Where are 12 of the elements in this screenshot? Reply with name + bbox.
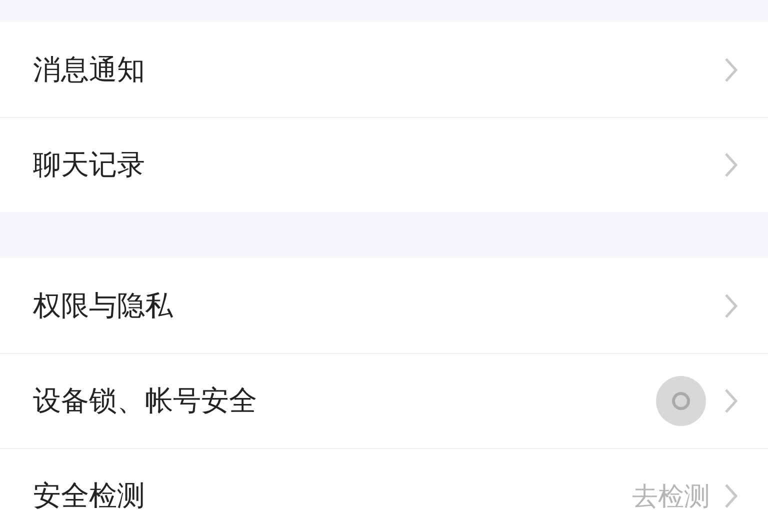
chevron-icon xyxy=(724,483,738,509)
row-label: 设备锁、帐号安全 xyxy=(33,384,258,418)
chevron-icon xyxy=(724,388,738,414)
chevron-icon xyxy=(724,152,738,178)
row-label: 消息通知 xyxy=(33,52,146,86)
chevron-icon xyxy=(724,56,738,82)
row-value: 去检测 xyxy=(632,480,710,510)
row-label: 权限与隐私 xyxy=(33,288,174,322)
row-label: 安全检测 xyxy=(33,479,146,510)
chevron-icon xyxy=(724,292,738,318)
row-label: 聊天记录 xyxy=(33,148,146,182)
settings-row[interactable]: 安全检测 去检测 xyxy=(0,448,768,510)
